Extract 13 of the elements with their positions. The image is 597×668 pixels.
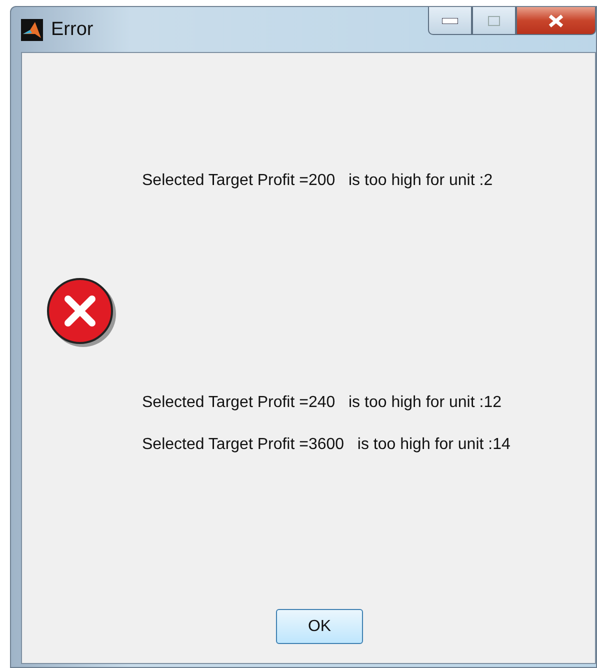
close-icon [547,14,565,28]
minimize-icon [442,18,458,24]
close-button[interactable] [516,7,596,35]
maximize-icon [488,16,500,26]
ok-button[interactable]: OK [276,609,363,644]
minimize-button[interactable] [428,7,472,35]
app-logo-icon [21,19,43,41]
error-icon [45,276,119,350]
error-message: Selected Target Profit =3600 is too high for unit :14 [142,436,510,454]
error-message: Selected Target Profit =200 is too high for unit :2 [142,172,494,190]
maximize-button[interactable] [472,7,516,35]
window-title: Error [51,19,94,41]
error-message: Selected Target Profit =240 is too high for unit :12 [142,394,502,412]
